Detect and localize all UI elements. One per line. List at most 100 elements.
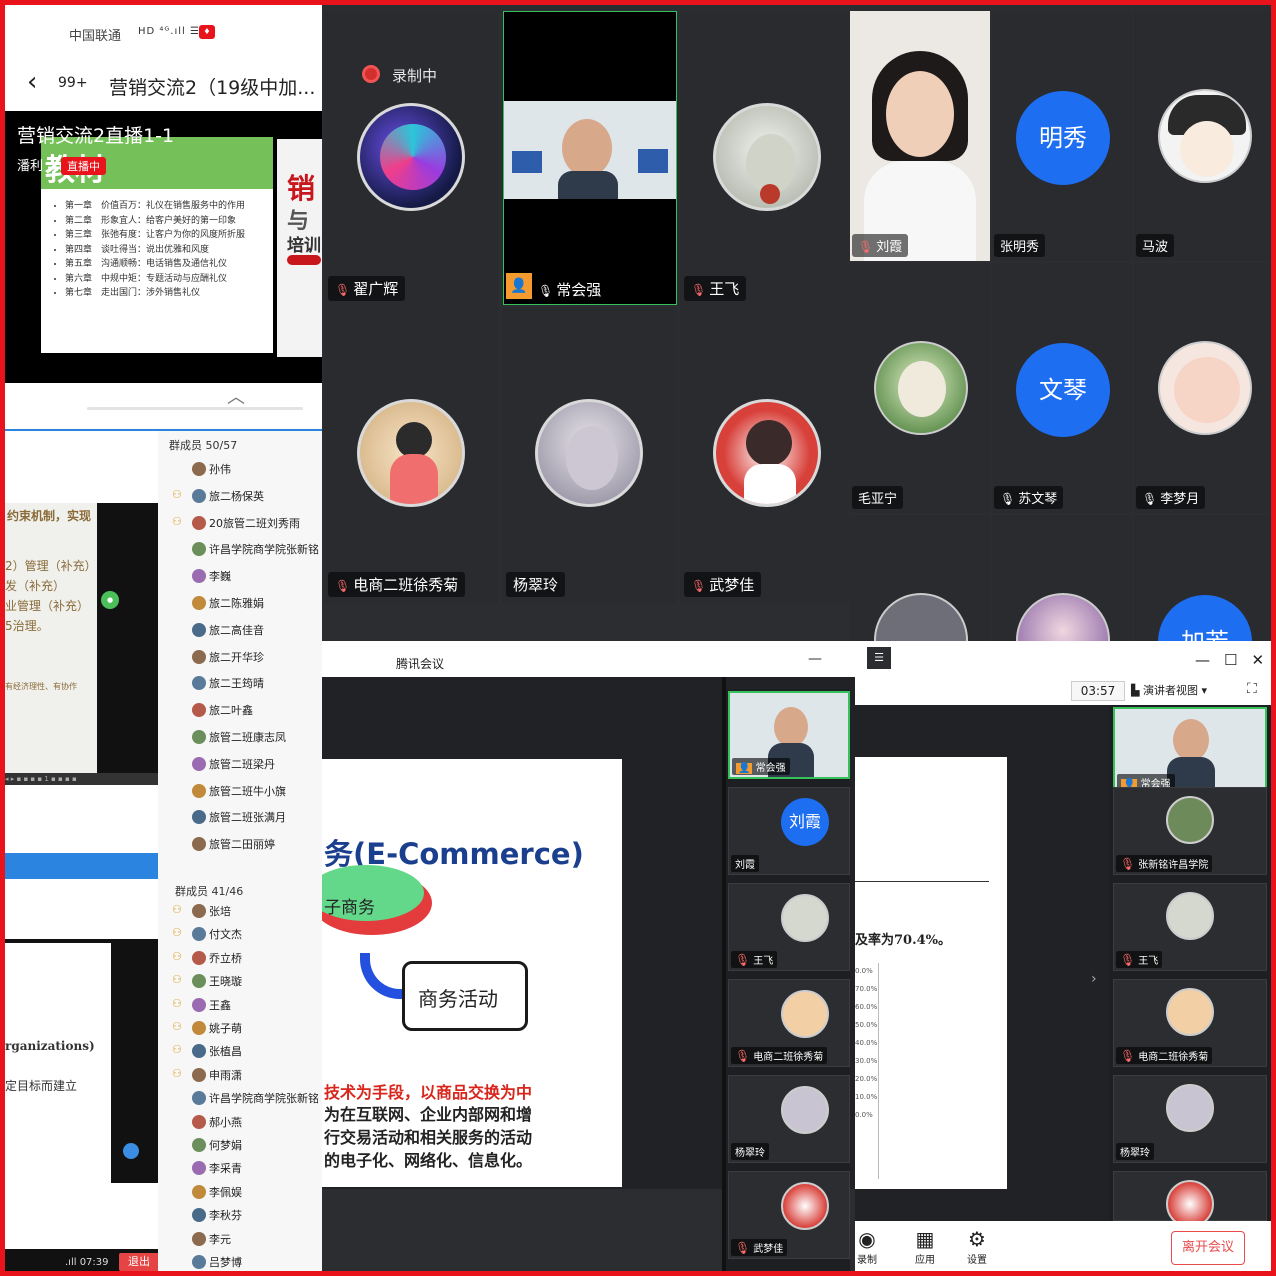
participant-tile[interactable]: 明秀 张明秀 [992, 11, 1132, 261]
participant-tile[interactable]: 马波 [1134, 11, 1271, 261]
participant-mini-tile[interactable]: 🎙 张新铭许昌学院 [1113, 787, 1267, 875]
participant-avatar [1166, 988, 1214, 1036]
member-row[interactable]: 旅管二班张满月 [192, 809, 286, 825]
member-avatar [192, 622, 206, 637]
chevron-up-icon[interactable]: ︿ [227, 383, 245, 409]
member-row[interactable]: 郝小燕 [192, 1114, 242, 1130]
participant-mini-tile[interactable]: 👤 常会强 [1113, 707, 1267, 795]
member-row[interactable]: ⚇ 王晓璇 [172, 973, 242, 989]
mic-muted-icon: 🎙 [1000, 492, 1016, 506]
record-button[interactable]: ◉ 录制 [855, 1227, 887, 1266]
member-row[interactable]: 旅管二田丽婷 [192, 836, 275, 852]
member-row[interactable]: 旅管二班康志凤 [192, 729, 286, 745]
member-row[interactable]: 旅二陈雅娟 [192, 595, 264, 611]
settings-button[interactable]: ⚙ 设置 [957, 1227, 997, 1266]
participant-avatar [1166, 892, 1214, 940]
participant-tile[interactable]: 毛亚宁 [850, 263, 990, 513]
participant-name: 🎙 武梦佳 [684, 572, 762, 597]
participant-mini-tile[interactable]: 🎙 王飞 [728, 883, 850, 971]
menu-icon[interactable]: ☰ [867, 647, 891, 669]
participant-mini-tile[interactable]: 🎙 武梦佳 [728, 1171, 850, 1259]
member-row[interactable]: 李采青 [192, 1160, 242, 1176]
member-row[interactable]: ⚇ 张植昌 [172, 1043, 242, 1059]
participant-name: 🎙 王飞 [731, 951, 778, 968]
member-row[interactable]: 吕梦博 [192, 1254, 242, 1270]
participant-tile[interactable]: 文琴 🎙 苏文琴 [992, 263, 1132, 513]
document-page [5, 503, 97, 773]
participant-tile[interactable] [850, 515, 990, 641]
participant-tile[interactable]: 🎙 李梦月 [1134, 263, 1271, 513]
chevron-right-icon[interactable]: › [1091, 971, 1097, 987]
axis-tick: 70.0% [855, 985, 878, 993]
member-name: 张培 [209, 905, 231, 918]
member-row[interactable]: 许昌学院商学院张新铭 [192, 1090, 319, 1106]
person-icon: ⚇ [172, 973, 182, 987]
member-row[interactable]: ⚇ 乔立桥 [172, 950, 242, 966]
floating-ball-icon[interactable] [123, 1143, 139, 1159]
name-text: 张明秀 [1000, 240, 1040, 255]
participant-tile[interactable] [992, 515, 1132, 641]
member-row[interactable]: 旅管二班牛小旗 [192, 783, 286, 799]
leave-meeting-button[interactable]: 离开会议 [1171, 1231, 1245, 1265]
member-row[interactable]: 何梦娟 [192, 1137, 242, 1153]
view-mode-dropdown[interactable]: ▙ 演讲者视图 ▾ [1131, 681, 1235, 701]
member-row[interactable]: 旅二叶鑫 [192, 702, 253, 718]
participant-mini-tile[interactable]: 🎙 电商二班徐秀菊 [728, 979, 850, 1067]
participant-mini-tile[interactable]: 🎙 王飞 [1113, 883, 1267, 971]
member-row[interactable]: 李秋芬 [192, 1207, 242, 1223]
participant-mini-tile[interactable]: 杨翠玲 [1113, 1075, 1267, 1163]
participant-mini-tile[interactable] [1113, 1171, 1267, 1228]
person-icon: ⚇ [172, 487, 182, 501]
member-row[interactable]: ⚇ 旅二杨保英 [172, 488, 264, 504]
participant-tile[interactable]: 🎙 翟广辉 [324, 11, 498, 307]
participant-mini-tile[interactable]: 杨翠玲 [728, 1075, 850, 1163]
participant-mini-tile[interactable]: 👤 常会强 [728, 691, 850, 779]
member-row[interactable]: 旅二高佳音 [192, 622, 264, 638]
member-row[interactable]: 旅管二班梁丹 [192, 756, 275, 772]
member-row[interactable]: ⚇ 20旅管二班刘秀雨 [172, 515, 300, 531]
participant-tile[interactable]: 杨翠玲 [502, 307, 676, 603]
member-row[interactable]: ⚇ 姚子萌 [172, 1020, 242, 1036]
definition-line: 的电子化、网络化、信息化。 [324, 1151, 533, 1170]
exit-button[interactable]: 退出 [119, 1253, 159, 1271]
member-name: 王晓璇 [209, 975, 242, 989]
close-button[interactable]: ✕ [1251, 651, 1271, 669]
person-icon: ⚇ [172, 949, 182, 963]
member-avatar [192, 837, 206, 852]
member-avatar [192, 927, 206, 942]
member-row[interactable]: ⚇ 王鑫 [172, 997, 231, 1013]
member-row[interactable]: ⚇ 张培 [172, 903, 231, 919]
member-row[interactable]: 旅二开华珍 [192, 649, 264, 665]
member-name: 旅二杨保英 [209, 489, 264, 503]
minimize-button[interactable]: — [1195, 651, 1224, 669]
member-row[interactable]: 许昌学院商学院张新铭 [192, 541, 319, 557]
participant-tile[interactable]: 🎙 武梦佳 [680, 307, 849, 603]
avatar-art [744, 464, 796, 504]
member-row[interactable]: ⚇ 付文杰 [172, 926, 242, 942]
participant-tile[interactable]: 🎙 电商二班徐秀菊 [324, 307, 498, 603]
member-row[interactable]: 李元 [192, 1231, 231, 1247]
participant-mini-tile[interactable]: 🎙 电商二班徐秀菊 [1113, 979, 1267, 1067]
participant-tile[interactable]: 🎙 王飞 [680, 11, 849, 307]
member-row[interactable]: 李佩娱 [192, 1184, 242, 1200]
participant-avatar [781, 990, 829, 1038]
member-row[interactable]: 孙伟 [192, 461, 231, 477]
member-row[interactable]: ⚇ 申雨潇 [172, 1067, 242, 1083]
member-name: 许昌学院商学院张新铭 [209, 1092, 319, 1106]
participant-tile[interactable]: 加芳 [1134, 515, 1271, 641]
fullscreen-icon[interactable]: ⛶ [1247, 681, 1257, 697]
maximize-button[interactable]: ☐ [1224, 651, 1251, 669]
member-name: 李秋芬 [209, 1209, 242, 1223]
apps-button[interactable]: ▦ 应用 [905, 1227, 945, 1266]
minimize-button[interactable]: — [808, 651, 822, 667]
member-row[interactable]: 李巍 [192, 568, 231, 584]
member-row[interactable]: 旅二王筠晴 [192, 675, 264, 691]
name-text: 常会强 [556, 281, 602, 299]
participant-name: 杨翠玲 [1116, 1143, 1154, 1160]
participant-mini-tile[interactable]: 刘霞 刘霞 [728, 787, 850, 875]
name-text: 电商二班徐秀菊 [353, 576, 459, 594]
participant-tile[interactable]: 🎙 刘霞 [850, 11, 990, 261]
drag-handle[interactable] [87, 407, 303, 410]
member-avatar [192, 974, 206, 989]
chevron-left-icon[interactable]: ‹ [27, 67, 37, 97]
